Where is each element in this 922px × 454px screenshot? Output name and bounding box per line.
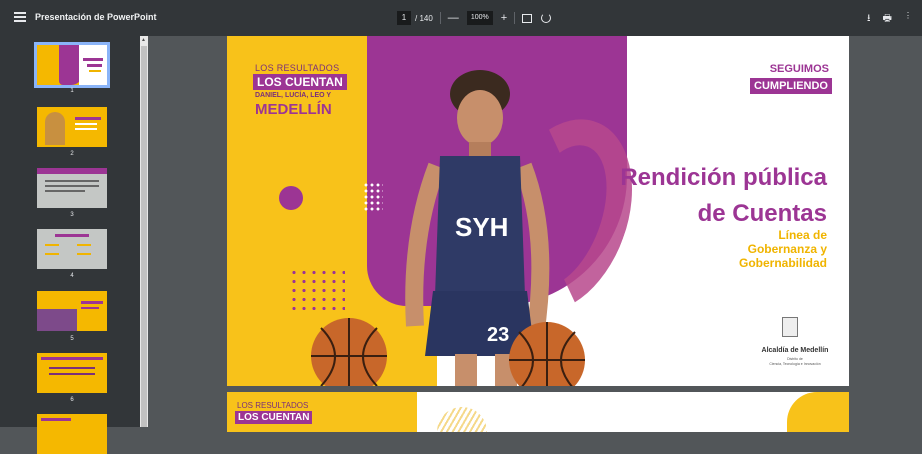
ball-number: 23 [487,324,509,346]
zoom-in-button[interactable]: + [501,11,507,25]
alcaldia-subtitle: Distrito de Ciencia, Tecnología e Innova… [755,357,835,367]
thumbnail-number: 4 [70,273,74,279]
document-title: Presentación de PowerPoint [35,12,157,22]
brand-line-1: LOS RESULTADOS [237,401,309,410]
scrollbar-thumb[interactable] [141,46,147,427]
slide-subtitle: Línea de Gobernanza y Gobernabilidad [739,228,827,270]
thumbnail-number: 3 [70,212,74,218]
city-seal-icon [782,317,798,337]
brand-line-1: LOS RESULTADOS [255,63,340,73]
sidebar-scrollbar[interactable]: ▲ [140,36,148,427]
rotate-icon[interactable] [541,13,552,23]
page-total: / 140 [415,13,433,23]
subtitle-line-3: Gobernabilidad [738,256,827,270]
striped-arc-shape [437,407,487,432]
zoom-level-input[interactable]: 100% [466,11,493,25]
print-icon[interactable]: 🖶 [883,11,892,28]
toolbar-actions: ⭳ 🖶 ⋮ [867,11,912,28]
brand-line-3: DANIEL, LUCÍA, LEO Y [255,92,332,99]
thumbnail-page-1[interactable] [34,42,110,88]
brand-line-2: LOS CUENTAN [235,411,313,424]
thumbnail-page-3[interactable] [37,168,107,208]
yellow-corner-shape [787,392,849,432]
thumbnail-page-4[interactable] [37,229,107,269]
thumbnail-number: 2 [70,151,74,157]
zoom-out-button[interactable]: — [448,11,459,25]
seguimos-label: SEGUIMOS [769,63,829,75]
more-vert-icon[interactable]: ⋮ [904,11,912,28]
thumbnail-page-5[interactable] [37,291,107,331]
toolbar-divider [514,12,516,24]
basketball-right [509,322,585,386]
thumbnail-page-2[interactable] [37,107,107,147]
thumbnail-page-7[interactable] [37,414,107,454]
slide-title-line-2: de Cuentas [697,200,827,227]
download-icon[interactable]: ⭳ [867,11,871,28]
pdf-toolbar: Presentación de PowerPoint 1 / 140 — 100… [0,0,922,36]
dot-pattern [363,182,383,212]
slide-page-2: LOS RESULTADOS LOS CUENTAN [227,392,849,432]
page-number-input[interactable]: 1 [397,11,411,25]
thumbnail-number: 1 [70,88,74,94]
thumbnail-number: 5 [70,336,74,342]
jersey-text: SYH [455,212,508,242]
slide-page-1: SYH 23 LOS RESULTADOS LOS CUENTAN DANIEL… [227,36,849,386]
menu-icon[interactable] [14,12,26,22]
brand-line-2: LOS CUENTAN [253,74,347,90]
alcaldia-sub-line-2: Ciencia, Tecnología e Innovación [769,362,821,366]
purple-circle-shape [279,186,303,210]
page-controls: 1 / 140 — 100% + [397,11,552,25]
basketball-left [311,318,387,386]
scroll-up-icon[interactable]: ▲ [141,37,146,43]
subtitle-line-2: Gobernanza y [747,242,827,256]
fit-page-icon[interactable] [522,13,533,23]
dot-pattern [289,268,345,314]
subtitle-line-1: Línea de [778,228,827,242]
brand-line-4: MEDELLÍN [255,101,332,118]
alcaldia-logo-text: Alcaldía de Medellín [761,347,829,354]
thumbnail-page-6[interactable] [37,353,107,393]
cumpliendo-badge: CUMPLIENDO [750,78,832,94]
thumbnail-number: 6 [70,397,74,403]
slide-title-line-1: Rendición pública [620,164,827,191]
toolbar-divider [439,12,441,24]
